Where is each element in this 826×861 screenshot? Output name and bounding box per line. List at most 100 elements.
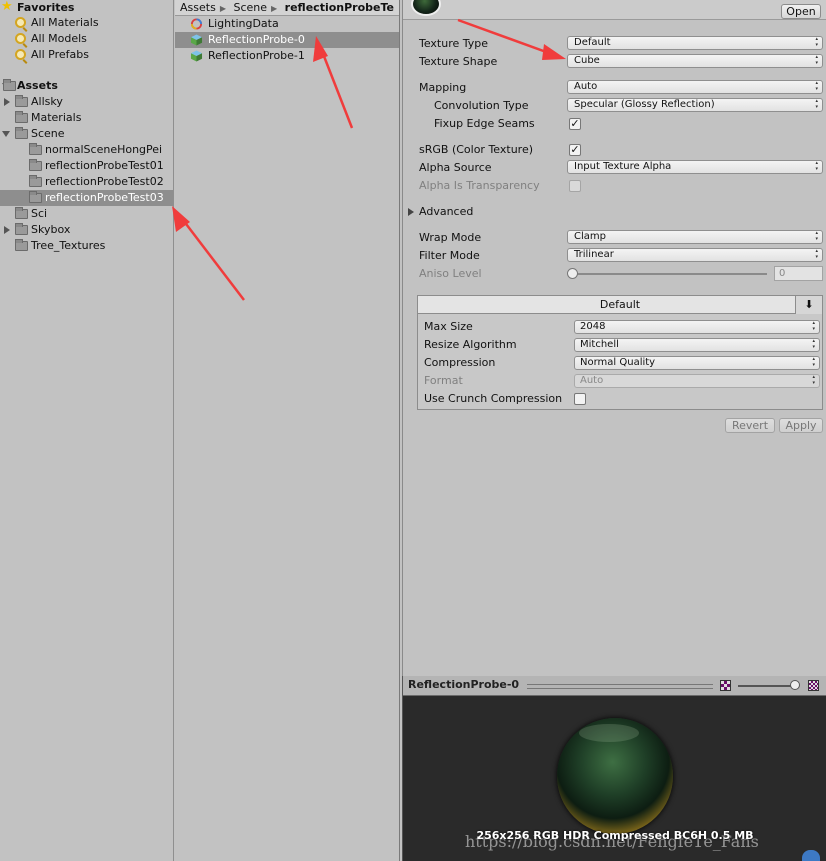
texture-info-text: 256x256 RGB HDR Compressed BC6H 0.5 MB <box>476 829 754 842</box>
max-size-dropdown[interactable]: 2048 <box>574 320 820 334</box>
tab-default[interactable]: Default <box>418 296 822 314</box>
mip-slider-handle[interactable] <box>790 680 800 690</box>
tree-item-label: Allsky <box>31 95 63 108</box>
use-crunch-compression-checkbox[interactable] <box>574 393 586 405</box>
use-crunch-compression-label: Use Crunch Compression <box>424 392 563 405</box>
breadcrumb: Assets ▶ Scene ▶ reflectionProbeTe <box>175 0 399 16</box>
tree-item-label: Materials <box>31 111 82 124</box>
open-button[interactable]: Open <box>781 4 821 19</box>
favorite-all-materials[interactable]: All Materials <box>0 15 173 31</box>
favorites-label: Favorites <box>17 1 75 14</box>
star-icon: ★ <box>1 0 13 14</box>
inspector-panel: Open Texture Type Default Texture Shape … <box>402 0 826 676</box>
platform-settings-box: Default ⬇ Max Size 2048 Resize Algorithm… <box>417 295 823 410</box>
mip-slider-track[interactable] <box>738 685 798 687</box>
alpha-source-label: Alpha Source <box>419 161 492 174</box>
format-label: Format <box>424 374 463 387</box>
folder-icon <box>15 111 28 123</box>
favorites-header[interactable]: ★ Favorites <box>0 0 173 16</box>
mapping-label: Mapping <box>419 81 467 94</box>
tree-item-reflectionprobetest03[interactable]: reflectionProbeTest03 <box>0 190 173 206</box>
mapping-dropdown[interactable]: Auto <box>567 80 823 94</box>
srgb-checkbox[interactable]: ✓ <box>569 144 581 156</box>
format-dropdown[interactable]: Auto <box>574 374 820 388</box>
chevron-right-icon: ▶ <box>219 4 226 13</box>
folder-icon <box>15 127 28 139</box>
list-item[interactable]: ReflectionProbe-0 <box>175 32 399 48</box>
list-item[interactable]: ReflectionProbe-1 <box>175 48 399 64</box>
breadcrumb-item[interactable]: reflectionProbeTe <box>285 1 394 14</box>
chevron-right-icon[interactable] <box>4 98 10 106</box>
resize-algorithm-label: Resize Algorithm <box>424 338 517 351</box>
texture-shape-label: Texture Shape <box>419 55 498 68</box>
list-item[interactable]: LightingData <box>175 16 399 32</box>
download-icon[interactable]: ⬇ <box>795 296 822 314</box>
tree-item-skybox[interactable]: Skybox <box>0 222 173 238</box>
preview-header: ReflectionProbe-0 <box>403 676 826 696</box>
texture-type-dropdown[interactable]: Default <box>567 36 823 50</box>
filter-mode-dropdown[interactable]: Trilinear <box>567 248 823 262</box>
filter-mode-label: Filter Mode <box>419 249 480 262</box>
asset-label-icon[interactable] <box>802 850 820 861</box>
chevron-down-icon[interactable] <box>2 131 10 137</box>
folder-icon <box>3 79 16 91</box>
favorite-all-models[interactable]: All Models <box>0 31 173 47</box>
drag-handle[interactable] <box>527 684 713 689</box>
tree-item-reflectionprobetest01[interactable]: reflectionProbeTest01 <box>0 158 173 174</box>
lighting-data-icon <box>190 18 203 30</box>
list-item-label: ReflectionProbe-0 <box>208 33 305 46</box>
alpha-source-dropdown[interactable]: Input Texture Alpha <box>567 160 823 174</box>
cubemap-icon <box>190 50 203 62</box>
apply-button[interactable]: Apply <box>779 418 823 433</box>
convolution-type-dropdown[interactable]: Specular (Glossy Reflection) <box>567 98 823 112</box>
folder-icon <box>15 207 28 219</box>
tree-item-label: Assets <box>17 79 58 92</box>
tree-item-label: Sci <box>31 207 48 220</box>
aniso-level-slider-track[interactable] <box>571 273 767 275</box>
tree-item-materials[interactable]: Materials <box>0 110 173 126</box>
compression-label: Compression <box>424 356 496 369</box>
aniso-level-field[interactable]: 0 <box>774 266 823 281</box>
alpha-toggle-icon[interactable] <box>720 680 731 691</box>
favorite-label: All Prefabs <box>31 48 89 61</box>
tree-item-assets[interactable]: Assets <box>0 78 173 94</box>
srgb-label: sRGB (Color Texture) <box>419 143 534 156</box>
chevron-right-icon[interactable] <box>408 208 414 216</box>
project-folder-tree: ★ Favorites All Materials All Models All… <box>0 0 174 861</box>
tree-item-normalscenehongpei[interactable]: normalSceneHongPei <box>0 142 173 158</box>
resize-algorithm-dropdown[interactable]: Mitchell <box>574 338 820 352</box>
tree-item-tree-textures[interactable]: Tree_Textures <box>0 238 173 254</box>
search-icon <box>15 17 26 28</box>
wrap-mode-dropdown[interactable]: Clamp <box>567 230 823 244</box>
chevron-right-icon[interactable] <box>4 226 10 234</box>
favorite-all-prefabs[interactable]: All Prefabs <box>0 47 173 63</box>
tree-item-scene[interactable]: Scene <box>0 126 173 142</box>
alpha-is-transparency-checkbox[interactable] <box>569 180 581 192</box>
favorite-label: All Materials <box>31 16 99 29</box>
search-icon <box>15 33 26 44</box>
breadcrumb-item[interactable]: Scene <box>233 1 267 14</box>
fixup-edge-seams-checkbox[interactable]: ✓ <box>569 118 581 130</box>
fixup-edge-seams-label: Fixup Edge Seams <box>434 117 535 130</box>
tree-item-label: reflectionProbeTest02 <box>45 175 164 188</box>
advanced-foldout[interactable]: Advanced <box>419 204 473 220</box>
cubemap-thumbnail <box>411 0 441 16</box>
compression-dropdown[interactable]: Normal Quality <box>574 356 820 370</box>
aniso-level-slider-handle[interactable] <box>567 268 578 279</box>
folder-icon <box>15 95 28 107</box>
tree-item-allsky[interactable]: Allsky <box>0 94 173 110</box>
folder-icon <box>29 175 42 187</box>
favorite-label: All Models <box>31 32 87 45</box>
chevron-right-icon: ▶ <box>271 4 278 13</box>
folder-icon <box>29 159 42 171</box>
reflection-sphere-preview[interactable] <box>557 718 673 834</box>
folder-icon <box>15 223 28 235</box>
preview-panel: ReflectionProbe-0 https://blog.csdn.net/… <box>402 676 826 861</box>
breadcrumb-item[interactable]: Assets <box>180 1 216 14</box>
inspector-header: Open <box>403 0 826 20</box>
texture-shape-dropdown[interactable]: Cube <box>567 54 823 68</box>
tree-item-sci[interactable]: Sci <box>0 206 173 222</box>
folder-icon <box>15 239 28 251</box>
tree-item-reflectionprobetest02[interactable]: reflectionProbeTest02 <box>0 174 173 190</box>
revert-button[interactable]: Revert <box>725 418 775 433</box>
